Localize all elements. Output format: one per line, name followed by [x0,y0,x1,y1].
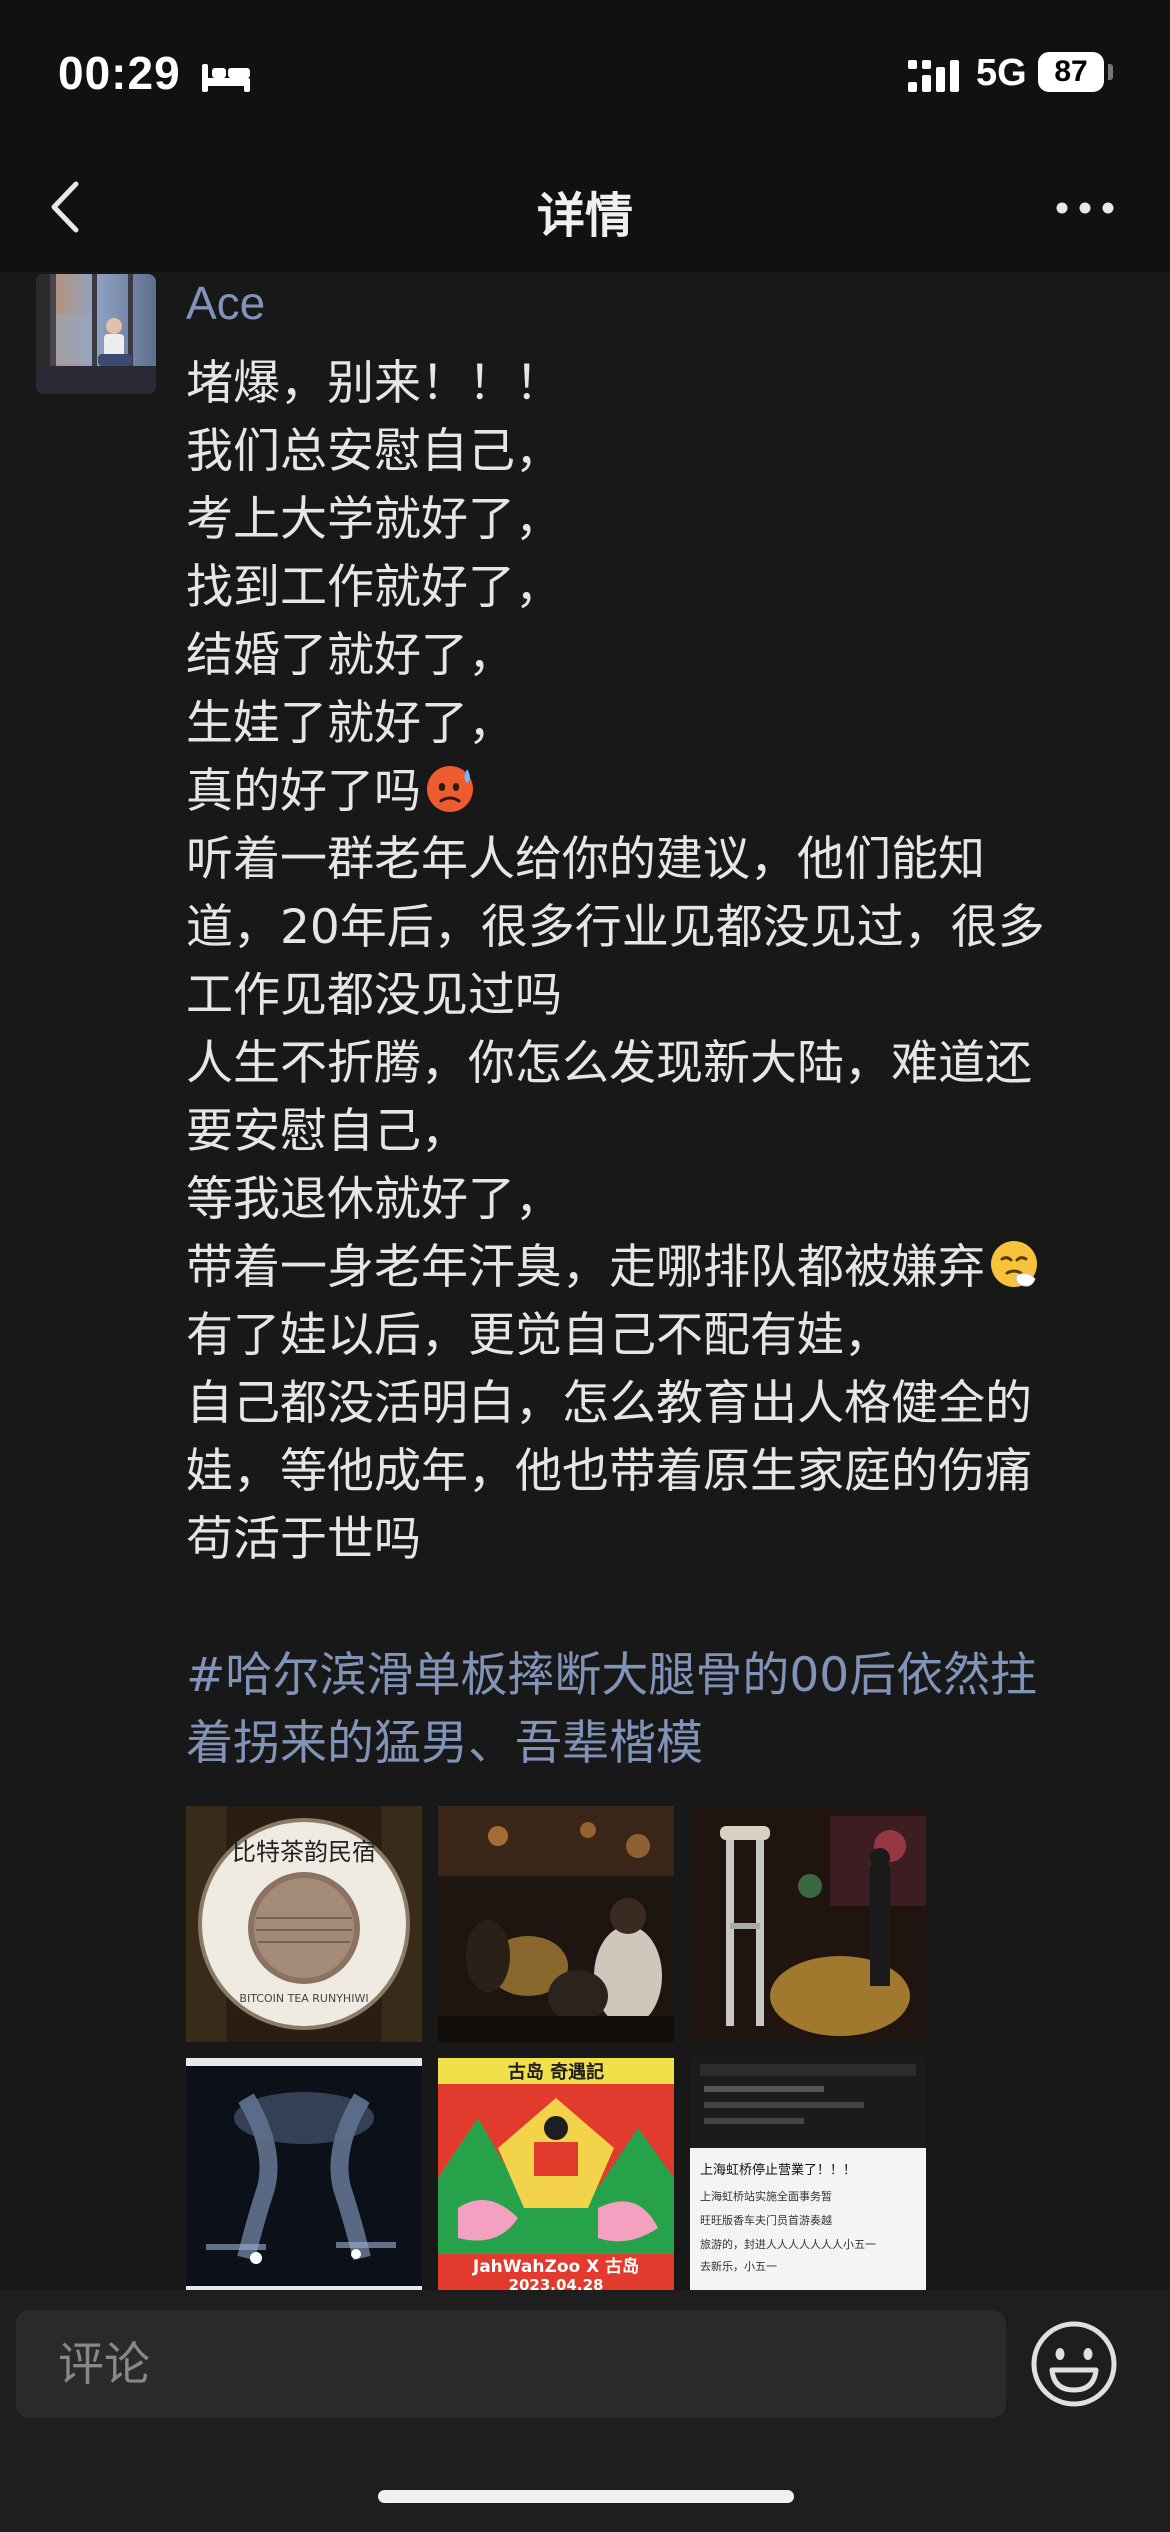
post-line: 考上大学就好了， [186,492,562,547]
battery-tip [1108,64,1113,80]
avatar-photo [36,274,156,394]
sign-text: 比特茶韵民宿 [232,1838,376,1866]
post-line: 结婚了就好了， [186,628,515,683]
post-line: 人生不折腾，你怎么发现新大陆，难道还 [186,1036,1032,1091]
post-line: 苟活于世吗 [186,1512,421,1567]
post-line: 我们总安慰自己， [186,424,562,479]
post-content: 堵爆，别来！！！ 我们总安慰自己， 考上大学就好了， 找到工作就好了， 结婚了就… [186,350,1146,1778]
status-time: 00:29 [58,47,181,99]
post-line-text: 真的好了吗 [186,764,421,819]
post-image-4[interactable] [186,2058,422,2294]
tea-house-sign-photo: 比特茶韵民宿 BITCOIN TEA RUNYHIWI [186,1806,422,2042]
comment-input[interactable] [16,2310,1006,2418]
topic-hashtag-link[interactable]: #哈尔滨滑单板摔断大腿骨的00后依然拄 着拐来的猛男、吾辈楷模 [186,1642,1146,1778]
topic-line: 着拐来的猛男、吾辈楷模 [186,1716,703,1771]
status-bar: 00:29 5G 87 [0,0,1170,140]
author-name[interactable]: Ace [186,276,265,330]
sleep-mode-icon [202,64,250,92]
emoji-picker-icon[interactable] [1028,2318,1120,2410]
post-image-3[interactable] [690,1806,926,2042]
topic-line: #哈尔滨滑单板摔断大腿骨的00后依然拄 [186,1648,1038,1703]
post-line: 要安慰自己， [186,1104,468,1159]
sneezing-face-emoji-icon [991,1241,1037,1287]
x-ray-photo [186,2058,422,2294]
screenshot-line: 去新乐，小五一 [700,2259,777,2273]
network-type: 5G [976,52,1027,94]
event-poster-photo: 古岛 奇遇記 JahWahZoo X 古岛 2023.04.28 [438,2058,674,2294]
crutches-photo [690,1806,926,2042]
news-screenshot-photo: 上海虹桥停止营業了！！！ 上海虹桥站实施全面事务暂 旺旺版香车夫门员首游奏越 旅… [690,2058,926,2294]
crowded-bar-photo [438,1806,674,2042]
post-line-with-emoji: 真的好了吗 [186,758,1146,826]
post-line: 找到工作就好了， [186,560,562,615]
screenshot-line: 上海虹桥停止营業了！！！ [700,2162,856,2178]
more-options-icon[interactable] [1050,188,1120,228]
screenshot-line: 上海虹桥站实施全面事务暂 [700,2189,832,2203]
post-line: 等我退休就好了， [186,1172,562,1227]
signal-strength-icon [908,60,959,92]
post-image-6[interactable]: 上海虹桥停止营業了！！！ 上海虹桥站实施全面事务暂 旺旺版香车夫门员首游奏越 旅… [690,2058,926,2294]
screenshot-line: 旺旺版香车夫门员首游奏越 [700,2213,832,2227]
post-image-5[interactable]: 古岛 奇遇記 JahWahZoo X 古岛 2023.04.28 [438,2058,674,2294]
poster-title: JahWahZoo X 古岛 [472,2256,639,2277]
post-line-with-emoji: 带着一身老年汗臭，走哪排队都被嫌弃 [186,1234,1146,1302]
nav-bar: 详情 [0,140,1170,272]
post-image-1[interactable]: 比特茶韵民宿 BITCOIN TEA RUNYHIWI [186,1806,422,2042]
hot-face-emoji-icon [427,766,473,812]
home-indicator[interactable] [378,2490,794,2503]
post-line: 堵爆，别来！！！ [186,356,562,411]
screenshot-line: 旅游的，封进人人人人人人人小五一 [700,2237,876,2251]
post-line: 道，20年后，很多行业见都没见过，很多 [186,900,1045,955]
post-image-2[interactable] [438,1806,674,2042]
post-line: 有了娃以后，更觉自己不配有娃， [186,1308,891,1363]
post-line: 工作见都没见过吗 [186,968,562,1023]
poster-header: 古岛 奇遇記 [508,2061,604,2083]
battery-level: 87 [1038,52,1104,92]
post-line-text: 带着一身老年汗臭，走哪排队都被嫌弃 [186,1240,985,1295]
post-line: 自己都没活明白，怎么教育出人格健全的 [186,1376,1032,1431]
post-line: 娃，等他成年，他也带着原生家庭的伤痛 [186,1444,1032,1499]
post-line: 生娃了就好了， [186,696,515,751]
page-title: 详情 [536,188,633,244]
post-line: 听着一群老年人给你的建议，他们能知 [186,832,985,887]
sign-subtext: BITCOIN TEA RUNYHIWI [239,1992,368,2005]
author-avatar[interactable] [36,274,156,394]
